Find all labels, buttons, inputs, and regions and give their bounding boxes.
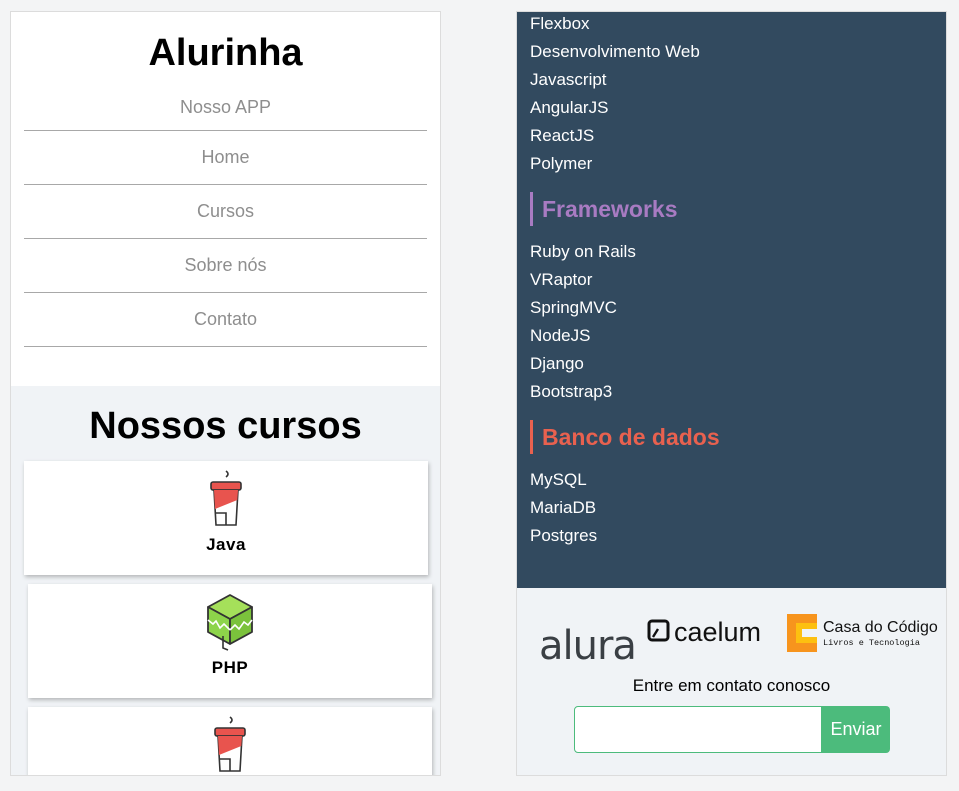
topic-item[interactable]: Django [530, 350, 946, 378]
nav-link-app[interactable]: Nosso APP [180, 97, 271, 117]
databases-heading: Banco de dados [530, 420, 946, 454]
course-card-php[interactable]: PHP [28, 584, 432, 698]
main-column: Alurinha Nosso APP Home Cursos Sobre nós… [10, 11, 441, 776]
contact-label: Entre em contato conosco [632, 676, 831, 695]
nav-item-sobre: Sobre nós [24, 239, 427, 293]
topic-item[interactable]: Javascript [530, 66, 946, 94]
topic-item[interactable]: VRaptor [530, 266, 946, 294]
topic-item[interactable]: ReactJS [530, 122, 946, 150]
nav-link-home[interactable]: Home [201, 147, 249, 167]
nav-link-cursos[interactable]: Cursos [197, 201, 254, 221]
databases-list: MySQL MariaDB Postgres [530, 466, 946, 550]
frameworks-heading: Frameworks [530, 192, 946, 226]
topic-item[interactable]: NodeJS [530, 322, 946, 350]
side-column: Flexbox Desenvolvimento Web Javascript A… [516, 11, 947, 776]
topic-item[interactable]: Postgres [530, 522, 946, 550]
casa-do-codigo-logo: Casa do Código [823, 619, 938, 636]
casa-do-codigo-subtitle: Livros e Tecnologia [823, 638, 920, 648]
courses-section: Nossos cursos Java PHP [11, 386, 440, 775]
email-input[interactable] [574, 706, 822, 753]
course-card-3[interactable] [28, 707, 432, 775]
topic-item[interactable]: Bootstrap3 [530, 378, 946, 406]
topic-item[interactable]: Flexbox [530, 12, 946, 38]
nav-item-cursos: Cursos [24, 185, 427, 239]
topic-item[interactable]: MariaDB [530, 494, 946, 522]
course-name: PHP [211, 658, 249, 677]
frameworks-list: Ruby on Rails VRaptor SpringMVC NodeJS D… [530, 238, 946, 406]
brand-title: Alurinha [148, 32, 303, 74]
topic-item[interactable]: MySQL [530, 466, 946, 494]
nav-item-home: Home [24, 131, 427, 185]
send-button[interactable]: Enviar [822, 706, 890, 753]
nav-item-app: Nosso APP [24, 86, 427, 131]
nav-item-contato: Contato [24, 293, 427, 347]
nav-link-sobre[interactable]: Sobre nós [184, 255, 266, 275]
course-name: Java [206, 535, 246, 554]
main-nav: Nosso APP Home Cursos Sobre nós Contato [24, 86, 427, 347]
topics-panel: Flexbox Desenvolvimento Web Javascript A… [517, 12, 946, 588]
caelum-logo-mark [647, 619, 670, 642]
partner-logos-graphic: alura caelum Casa do Código Livros e Tec… [539, 614, 938, 669]
coffee-cup-icon [210, 470, 242, 526]
course-card-java[interactable]: Java [24, 461, 428, 575]
contact-form: Enviar [574, 706, 890, 753]
caelum-logo: caelum [674, 617, 761, 647]
topic-item[interactable]: Desenvolvimento Web [530, 38, 946, 66]
courses-title: Nossos cursos [89, 405, 362, 447]
alura-logo: alura [539, 623, 636, 669]
coffee-cup-icon [214, 716, 246, 772]
topic-item[interactable]: SpringMVC [530, 294, 946, 322]
topic-item[interactable]: Ruby on Rails [530, 238, 946, 266]
php-cube-icon [207, 594, 253, 651]
partner-logos: alura caelum Casa do Código Livros e Tec… [517, 608, 946, 678]
web-topic-list: Flexbox Desenvolvimento Web Javascript A… [530, 12, 946, 178]
nav-link-contato[interactable]: Contato [194, 309, 257, 329]
topic-item[interactable]: Polymer [530, 150, 946, 178]
topic-item[interactable]: AngularJS [530, 94, 946, 122]
